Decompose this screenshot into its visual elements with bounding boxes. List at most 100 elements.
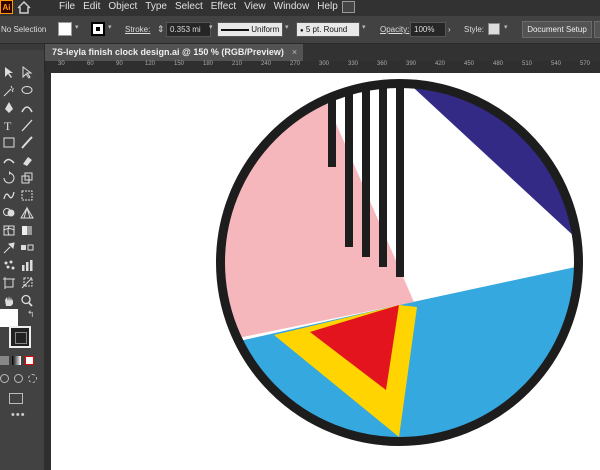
selection-tool-icon[interactable] [2, 66, 16, 79]
stroke-swatch[interactable] [91, 22, 105, 36]
edit-toolbar-icon[interactable]: ••• [11, 409, 26, 421]
ruler-tick-label: 180 [203, 61, 214, 67]
perspective-grid-icon[interactable] [20, 206, 34, 219]
brush-dropdown-icon[interactable]: ▾ [362, 24, 368, 32]
stripe-2 [345, 83, 353, 247]
ruler-tick-label: 450 [464, 61, 475, 67]
opacity-expand-icon[interactable]: › [448, 16, 451, 43]
variable-width-profile-select[interactable]: Uniform [217, 22, 283, 37]
menu-list: File Edit Object Type Select Effect View… [55, 0, 342, 16]
vertical-ruler[interactable] [44, 73, 51, 470]
fill-indicator[interactable] [0, 309, 18, 327]
ruler-tick-label: 300 [319, 61, 330, 67]
fill-dropdown-icon[interactable]: ▾ [75, 24, 81, 32]
swap-fill-stroke-icon[interactable]: ↰ [27, 309, 35, 320]
svg-text:T: T [4, 119, 12, 132]
menu-edit[interactable]: Edit [79, 0, 104, 16]
document-tab-bar: 7S-leyla finish clock design.ai @ 150 % … [46, 44, 600, 61]
shaper-icon[interactable] [2, 154, 16, 167]
style-dropdown-icon[interactable]: ▾ [504, 24, 510, 32]
menu-select[interactable]: Select [171, 0, 207, 16]
shape-builder-icon[interactable] [2, 206, 16, 219]
slice-icon[interactable] [20, 276, 34, 289]
menu-window[interactable]: Window [270, 0, 314, 16]
scale-icon[interactable] [20, 171, 34, 184]
stroke-weight-dropdown-icon[interactable]: ▾ [209, 24, 215, 32]
menu-type[interactable]: Type [141, 0, 171, 16]
menu-object[interactable]: Object [104, 0, 141, 16]
stroke-stepper-icon[interactable]: ⇕ [157, 16, 165, 43]
menu-file[interactable]: File [55, 0, 79, 16]
blend-icon[interactable] [20, 241, 34, 254]
arrange-documents-icon[interactable] [342, 1, 355, 13]
preferences-button[interactable] [594, 21, 600, 38]
ruler-tick-label: 150 [174, 61, 185, 67]
tools-panel: ↰ ••• T [0, 44, 45, 470]
draw-inside-icon[interactable] [28, 374, 37, 383]
stroke-dropdown-icon[interactable]: ▾ [108, 24, 114, 32]
artboard[interactable] [51, 73, 600, 470]
menu-effect[interactable]: Effect [207, 0, 240, 16]
direct-selection-tool-icon[interactable] [20, 66, 34, 79]
rectangle-tool-icon[interactable] [2, 136, 16, 149]
eraser-icon[interactable] [20, 154, 34, 167]
draw-normal-icon[interactable] [0, 374, 9, 383]
opacity-label[interactable]: Opacity: [380, 16, 409, 43]
screen-mode-icon[interactable] [9, 393, 23, 404]
stroke-label[interactable]: Stroke: [125, 16, 150, 43]
rotate-icon[interactable] [2, 171, 16, 184]
lasso-icon[interactable] [20, 84, 34, 97]
artboard-icon[interactable] [2, 276, 16, 289]
pen-tool-icon[interactable] [2, 101, 16, 114]
selection-status: No Selection [1, 25, 47, 34]
column-graph-icon[interactable] [20, 259, 34, 272]
stroke-weight-input[interactable]: 0.353 mi [166, 22, 211, 37]
tools-panel-grip[interactable] [0, 44, 44, 50]
clock-artwork[interactable] [214, 77, 585, 448]
fill-swatch[interactable] [58, 22, 72, 36]
zoom-tool-icon[interactable] [20, 294, 34, 307]
profile-label: Uniform [251, 25, 280, 34]
profile-dropdown-icon[interactable]: ▾ [285, 24, 291, 32]
stripe-1 [328, 83, 336, 167]
brush-definition-select[interactable]: ● 5 pt. Round [296, 22, 360, 37]
home-icon[interactable] [17, 0, 31, 14]
stripe-3 [362, 83, 370, 257]
color-mode-icon[interactable] [0, 356, 9, 365]
symbol-sprayer-icon[interactable] [2, 259, 16, 272]
ruler-tick-label: 360 [377, 61, 388, 67]
none-mode-icon[interactable] [25, 356, 34, 365]
hand-tool-icon[interactable] [2, 294, 16, 307]
ruler-tick-label: 540 [551, 61, 562, 67]
ruler-tick-label: 270 [290, 61, 301, 67]
type-tool-icon[interactable]: T [2, 119, 16, 132]
paintbrush-icon[interactable] [20, 136, 34, 149]
menu-view[interactable]: View [240, 0, 270, 16]
style-swatch[interactable] [488, 23, 500, 35]
warp-icon[interactable] [2, 189, 16, 202]
stroke-indicator-inner [15, 332, 27, 344]
gradient-mode-icon[interactable] [12, 356, 21, 365]
draw-behind-icon[interactable] [14, 374, 23, 383]
menu-help[interactable]: Help [313, 0, 342, 16]
ruler-tick-label: 480 [493, 61, 504, 67]
free-transform-icon[interactable] [20, 189, 34, 202]
document-tab[interactable]: 7S-leyla finish clock design.ai @ 150 % … [46, 44, 304, 61]
eyedropper-icon[interactable] [2, 241, 16, 254]
document-setup-button[interactable]: Document Setup [522, 21, 592, 38]
magic-wand-icon[interactable] [2, 84, 16, 97]
control-bar: No Selection ▾ ▾ Stroke: ⇕ 0.353 mi ▾ Un… [0, 16, 600, 44]
gradient-icon[interactable] [20, 224, 34, 237]
opacity-input[interactable]: 100% [410, 22, 446, 37]
line-tool-icon[interactable] [20, 119, 34, 132]
stripe-5 [396, 83, 404, 277]
ruler-tick-label: 510 [522, 61, 533, 67]
brush-dot-icon: ● [300, 28, 304, 34]
document-tab-title: 7S-leyla finish clock design.ai @ 150 % … [52, 47, 284, 57]
mesh-icon[interactable] [2, 224, 16, 237]
curvature-tool-icon[interactable] [20, 101, 34, 114]
ruler-tick-label: 30 [58, 61, 65, 67]
ruler-tick-label: 390 [406, 61, 417, 67]
stroke-indicator[interactable] [9, 326, 31, 348]
close-tab-icon[interactable]: × [292, 47, 297, 57]
